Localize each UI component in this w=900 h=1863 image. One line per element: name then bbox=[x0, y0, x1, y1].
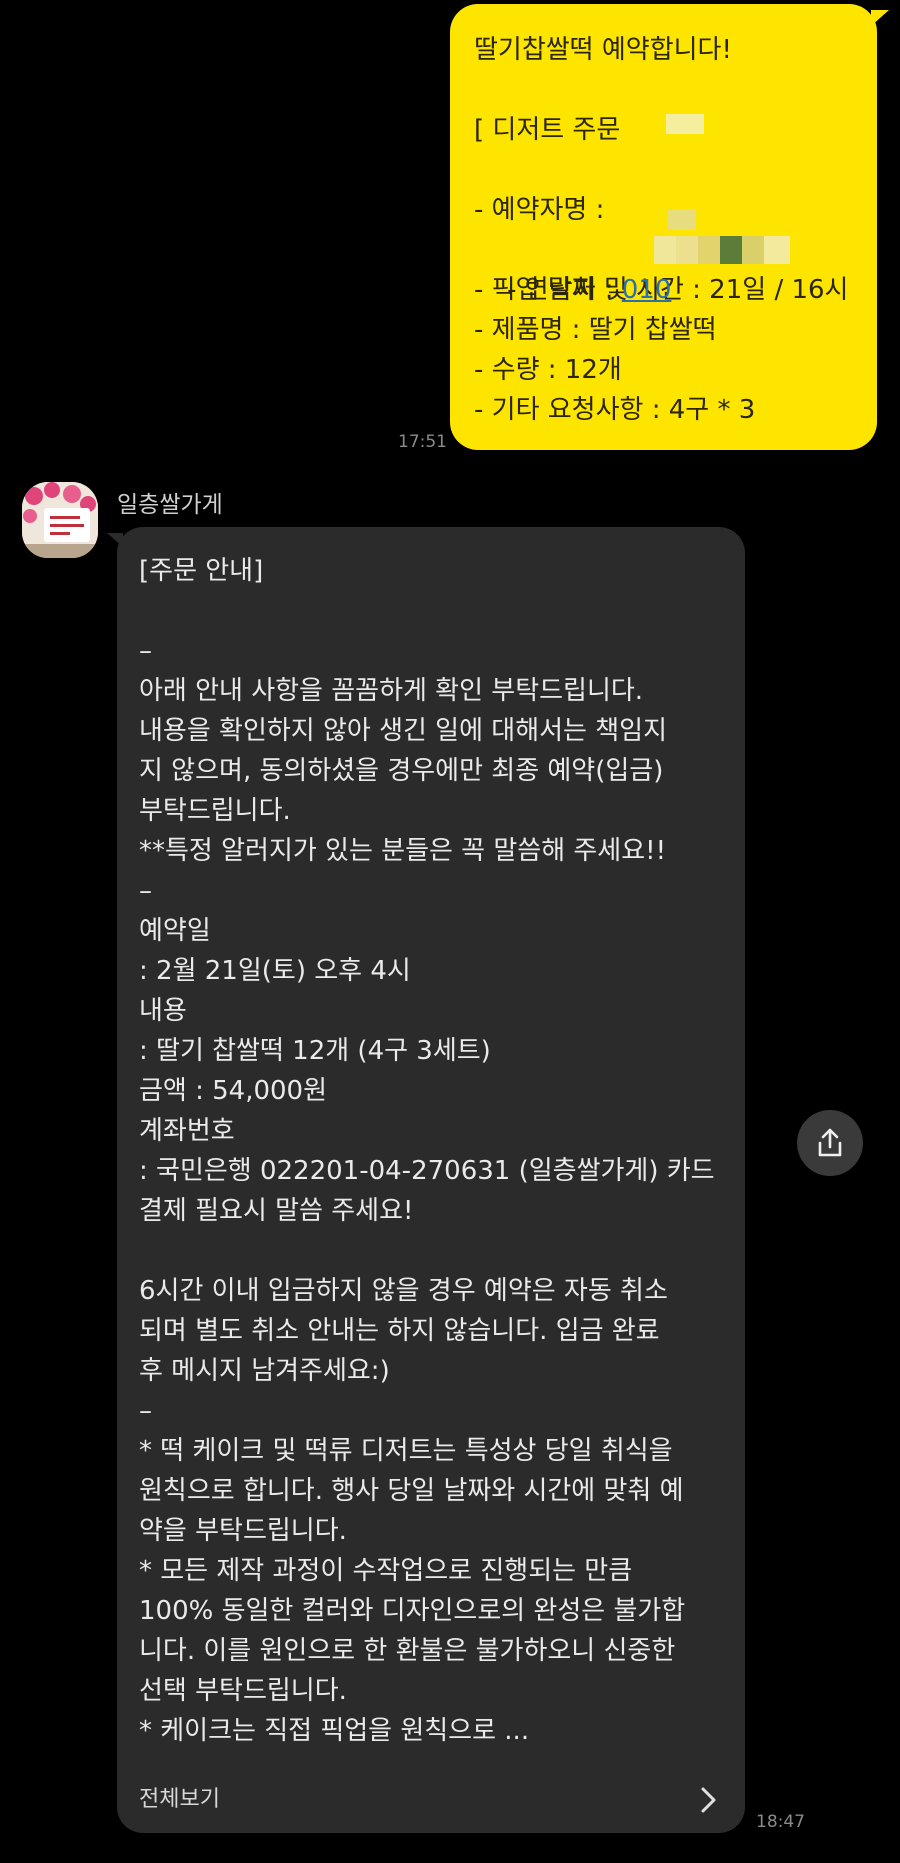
phone-label: - 연락처 : bbox=[507, 275, 622, 305]
message-line: – bbox=[139, 1396, 152, 1426]
redaction-mosaic bbox=[666, 114, 704, 134]
message-line: 계좌번호 bbox=[139, 1116, 235, 1146]
message-line: 내용을 확인하지 않아 생긴 일에 대해서는 책임지 bbox=[139, 716, 667, 746]
message-line: * 케이크는 직접 픽업을 원칙으로 ... bbox=[139, 1716, 530, 1746]
message-line: 후 메시지 남겨주세요:) bbox=[139, 1356, 390, 1386]
sender-name: 일층쌀가게 bbox=[117, 492, 223, 518]
message-line: 내용 bbox=[139, 996, 187, 1026]
message-line bbox=[139, 1231, 721, 1271]
message-line: – bbox=[139, 876, 152, 906]
message-line: 결제 필요시 말씀 주세요! bbox=[139, 1196, 414, 1226]
message-line: **특정 알러지가 있는 분들은 꼭 말씀해 주세요!! bbox=[139, 836, 666, 866]
see-all-link[interactable]: 전체보기 bbox=[139, 1781, 220, 1813]
message-line: * 떡 케이크 및 떡류 디저트는 특성상 당일 취식을 bbox=[139, 1436, 673, 1466]
message-line: 예약일 bbox=[139, 916, 211, 946]
message-line: 지 않으며, 동의하셨을 경우에만 최종 예약(입금) bbox=[139, 756, 664, 786]
message-line: 선택 부탁드립니다. bbox=[139, 1676, 347, 1706]
message-line: 약을 부탁드립니다. bbox=[139, 1516, 347, 1546]
message-line bbox=[139, 591, 721, 631]
message-line: 니다. 이를 원인으로 한 환불은 불가하오니 신중한 bbox=[139, 1636, 676, 1666]
bubble-tail bbox=[871, 10, 889, 26]
message-line: : 국민은행 022201-04-270631 (일층쌀가게) 카드 bbox=[139, 1156, 715, 1186]
message-line: 금액 : 54,000원 bbox=[139, 1076, 328, 1106]
share-icon bbox=[818, 1128, 842, 1157]
message-line: 부탁드립니다. bbox=[139, 796, 291, 826]
message-line: : 2월 21일(토) 오후 4시 bbox=[139, 956, 411, 986]
message-timestamp: 18:47 bbox=[756, 1812, 805, 1832]
outgoing-message-bubble[interactable]: 딸기찹쌀떡 예약합니다! [ 디저트 주문 - 예약자명 : - 연락처 : 0… bbox=[450, 4, 889, 450]
phone-line: - 연락처 : 010 bbox=[474, 230, 867, 305]
message-line: 딸기찹쌀떡 예약합니다! bbox=[474, 35, 732, 65]
incoming-message-bubble[interactable]: [주문 안내] – 아래 안내 사항을 꼼꼼하게 확인 부탁드립니다. 내용을 … bbox=[107, 527, 745, 1833]
bubble-tail bbox=[107, 533, 123, 547]
message-line: [주문 안내] bbox=[139, 556, 264, 586]
message-line bbox=[474, 70, 867, 110]
message-line: 아래 안내 사항을 꼼꼼하게 확인 부탁드립니다. bbox=[139, 676, 644, 706]
message-line bbox=[474, 150, 867, 190]
chevron-right-icon[interactable] bbox=[693, 1783, 723, 1817]
avatar[interactable] bbox=[22, 482, 98, 558]
redaction-mosaic bbox=[668, 210, 696, 230]
message-line: 6시간 이내 입금하지 않을 경우 예약은 자동 취소 bbox=[139, 1276, 668, 1306]
redaction-mosaic bbox=[654, 236, 790, 264]
message-line: 되며 별도 취소 안내는 하지 않습니다. 입금 완료 bbox=[139, 1316, 660, 1346]
store-logo-icon bbox=[22, 482, 98, 558]
message-line: 원칙으로 합니다. 행사 당일 날짜와 시간에 맞춰 예 bbox=[139, 1476, 684, 1506]
message-timestamp: 17:51 bbox=[398, 432, 447, 452]
message-line: : 딸기 찹쌀떡 12개 (4구 3세트) bbox=[139, 1036, 491, 1066]
message-line: 100% 동일한 컬러와 디자인으로의 완성은 불가합 bbox=[139, 1596, 686, 1626]
message-line: * 모든 제작 과정이 수작업으로 진행되는 만큼 bbox=[139, 1556, 633, 1586]
share-button[interactable] bbox=[797, 1110, 863, 1176]
message-line: – bbox=[139, 636, 152, 666]
